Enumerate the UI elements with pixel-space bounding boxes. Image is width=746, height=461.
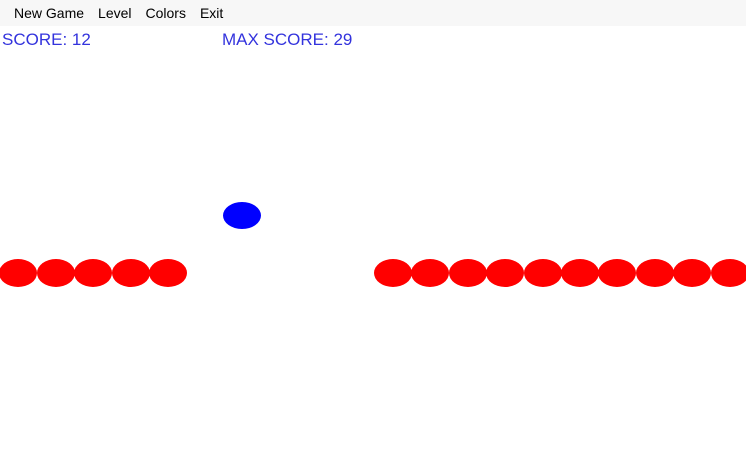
platform-segment bbox=[111, 259, 150, 287]
platform-segment bbox=[448, 259, 487, 287]
platform-segment bbox=[598, 259, 637, 287]
platform-segment bbox=[374, 259, 412, 287]
platform-segment bbox=[411, 259, 450, 287]
platform-segment bbox=[36, 259, 75, 287]
platform-segment bbox=[561, 259, 599, 287]
platform-segment bbox=[0, 259, 37, 287]
platform-segment bbox=[74, 259, 112, 287]
platform-segment bbox=[149, 259, 187, 287]
platform-segment bbox=[710, 259, 746, 287]
max-score-display: MAX SCORE: 29 bbox=[222, 30, 353, 49]
player-ball bbox=[223, 202, 261, 229]
menu-level[interactable]: Level bbox=[91, 2, 138, 24]
menu-bar: New Game Level Colors Exit bbox=[0, 0, 746, 26]
platform-segment bbox=[635, 259, 674, 287]
platform-segment bbox=[673, 259, 712, 287]
score-display: SCORE: 12 bbox=[2, 30, 91, 49]
game-window: New Game Level Colors Exit SCORE: 12 MAX… bbox=[0, 0, 746, 461]
platform-segment bbox=[486, 259, 525, 287]
platform-segment bbox=[523, 259, 562, 287]
menu-exit[interactable]: Exit bbox=[193, 2, 230, 24]
menu-colors[interactable]: Colors bbox=[139, 2, 193, 24]
menu-new-game[interactable]: New Game bbox=[7, 2, 91, 24]
